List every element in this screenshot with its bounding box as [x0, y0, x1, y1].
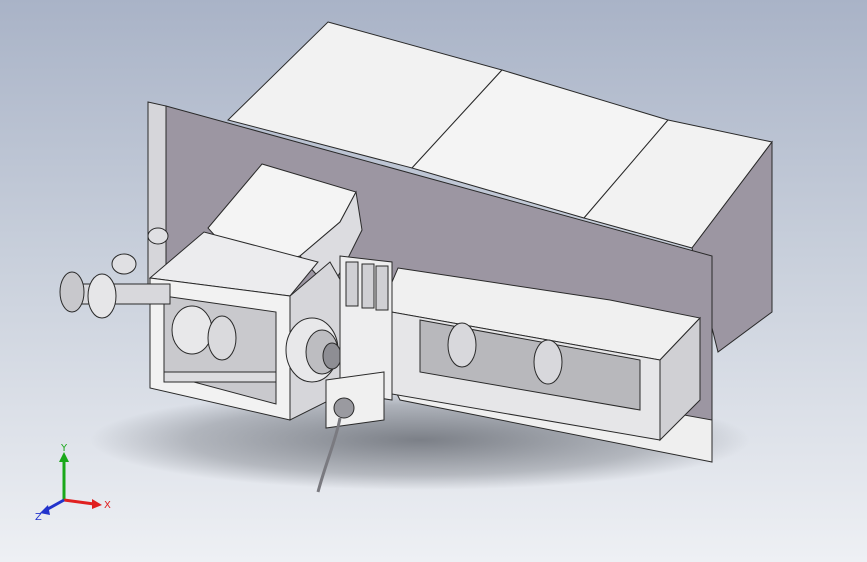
axis-triad: Y X Z	[35, 444, 111, 523]
flange-hub	[322, 342, 342, 370]
z-axis-label: Z	[35, 512, 42, 523]
sensor-connector	[333, 397, 355, 419]
motor-clamp-2	[111, 253, 137, 275]
x-axis-arrow	[92, 499, 102, 509]
motor-coupling	[87, 273, 117, 319]
bracket-slot-3	[375, 265, 389, 311]
bracket-slot-2	[361, 263, 375, 309]
frame-bottom-bar	[163, 371, 277, 383]
x-axis-line	[63, 498, 95, 506]
motor-end-cap	[59, 271, 85, 313]
y-axis-label: Y	[60, 444, 68, 454]
drum-1	[171, 305, 213, 355]
drum-2	[207, 315, 237, 361]
x-axis-label: X	[104, 500, 111, 511]
sensor-block	[325, 371, 385, 429]
bracket-slot-1	[345, 261, 359, 307]
z-axis-line	[45, 498, 65, 512]
rail-roller-2	[533, 339, 563, 385]
graphics-viewport[interactable]: Y X Z	[0, 0, 867, 562]
rail-roller-1	[447, 322, 477, 368]
motor-clamp-1	[147, 227, 169, 245]
model-scene[interactable]	[0, 0, 867, 562]
